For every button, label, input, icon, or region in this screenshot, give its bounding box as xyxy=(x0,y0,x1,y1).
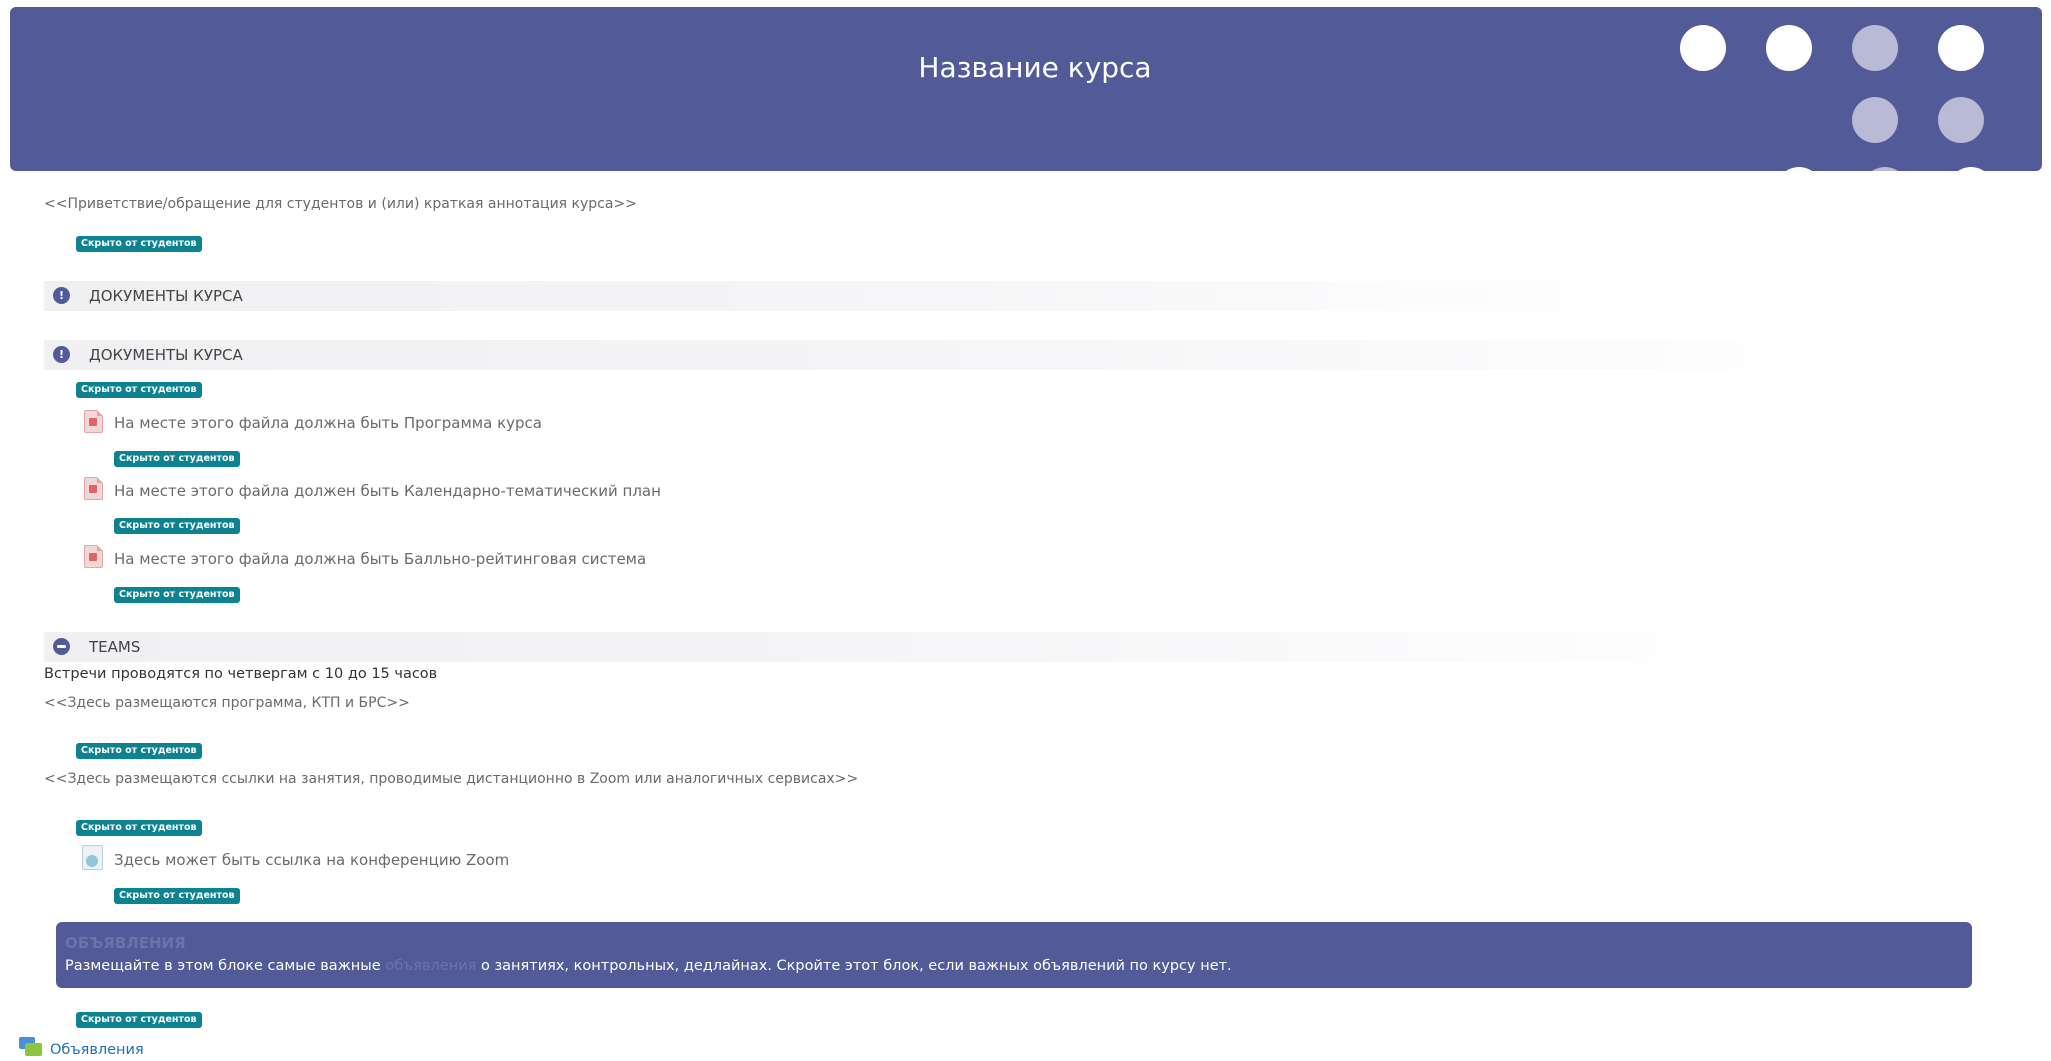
announcement-text-after: о занятиях, контрольных, дедлайнах. Скро… xyxy=(476,958,1232,974)
course-title: Название курса xyxy=(918,51,1152,84)
exclamation-icon: ! xyxy=(53,287,70,304)
file-link-program[interactable]: На месте этого файла должна быть Програм… xyxy=(114,414,542,432)
hidden-badge: Скрыто от студентов xyxy=(76,743,202,759)
hidden-badge: Скрыто от студентов xyxy=(114,888,240,904)
decor-dot-icon xyxy=(1776,167,1822,171)
section-title[interactable]: ДОКУМЕНТЫ КУРСА xyxy=(89,346,243,364)
announcement-text-faded: объявления xyxy=(385,958,477,974)
minus-circle-icon xyxy=(53,638,70,655)
hidden-badge: Скрыто от студентов xyxy=(114,587,240,603)
announcement-block: ОБЪЯВЛЕНИЯ Размещайте в этом блоке самые… xyxy=(56,922,1972,988)
forum-icon[interactable] xyxy=(19,1037,43,1059)
hidden-badge: Скрыто от студентов xyxy=(114,518,240,534)
exclamation-icon: ! xyxy=(53,346,70,363)
section-title[interactable]: TEAMS xyxy=(89,638,140,656)
section-course-documents[interactable] xyxy=(44,281,1684,311)
decor-dot-icon xyxy=(1680,25,1726,71)
label-program-info: <<Здесь размещаются программа, КТП и БРС… xyxy=(44,695,410,711)
section-course-documents[interactable] xyxy=(44,340,1884,370)
decor-dot-icon xyxy=(1938,25,1984,71)
label-zoom-info: <<Здесь размещаются ссылки на занятия, п… xyxy=(44,771,859,787)
decor-dot-icon xyxy=(1852,25,1898,71)
decor-dot-icon xyxy=(1948,167,1994,171)
section-title[interactable]: ДОКУМЕНТЫ КУРСА xyxy=(89,287,243,305)
url-icon[interactable] xyxy=(82,845,103,870)
zoom-link[interactable]: Здесь может быть ссылка на конференцию Z… xyxy=(114,851,509,869)
announcement-text-before: Размещайте в этом блоке самые важные xyxy=(65,958,386,974)
pdf-icon[interactable] xyxy=(84,477,103,500)
hidden-badge: Скрыто от студентов xyxy=(76,820,202,836)
section-teams[interactable] xyxy=(44,632,1784,662)
hidden-badge: Скрыто от студентов xyxy=(114,451,240,467)
forum-link-announcements[interactable]: Объявления xyxy=(50,1042,144,1058)
course-intro-label: <<Приветствие/обращение для студентов и … xyxy=(44,196,637,212)
announcement-text: Размещайте в этом блоке самые важные объ… xyxy=(65,958,1232,974)
pdf-icon[interactable] xyxy=(84,410,103,433)
pdf-icon[interactable] xyxy=(84,545,103,568)
hidden-badge: Скрыто от студентов xyxy=(76,382,202,398)
decor-dot-icon xyxy=(1852,97,1898,143)
file-link-calendar-plan[interactable]: На месте этого файла должен быть Календа… xyxy=(114,482,661,500)
hidden-badge: Скрыто от студентов xyxy=(76,1012,202,1028)
decor-dot-icon xyxy=(1766,25,1812,71)
section-description: Встречи проводятся по четвергам с 10 до … xyxy=(44,666,438,682)
decor-dot-icon xyxy=(1938,97,1984,143)
file-link-rating-system[interactable]: На месте этого файла должна быть Балльно… xyxy=(114,550,646,568)
announcement-title: ОБЪЯВЛЕНИЯ xyxy=(65,934,186,952)
hidden-badge: Скрыто от студентов xyxy=(76,236,202,252)
decor-dot-icon xyxy=(1862,167,1908,171)
course-header-banner: Название курса xyxy=(10,7,2042,171)
